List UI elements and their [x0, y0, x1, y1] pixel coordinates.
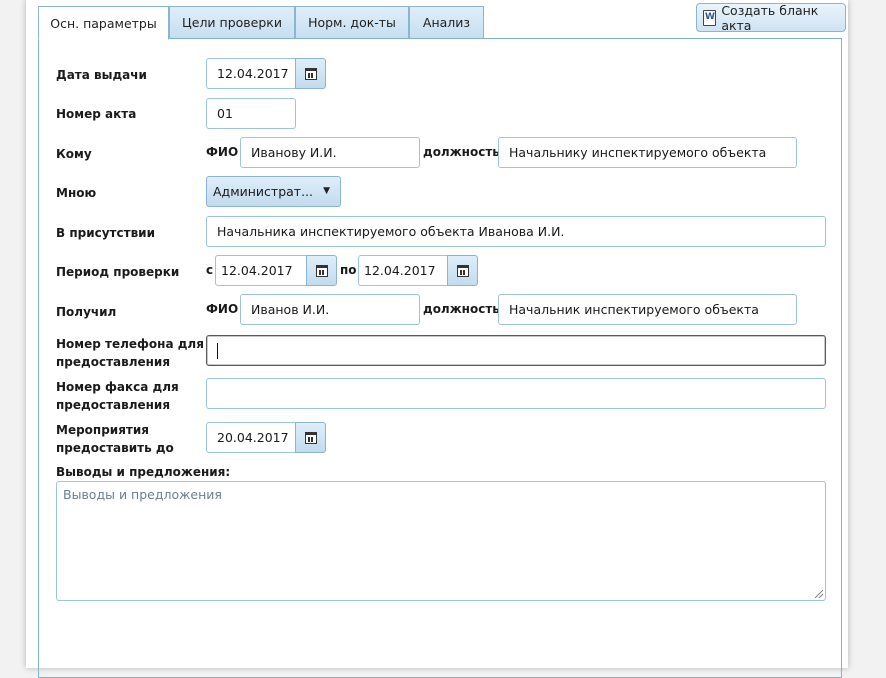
- by-me-label: Мною: [56, 186, 97, 200]
- tab-label: Осн. параметры: [50, 15, 157, 31]
- tab-label: Анализ: [422, 15, 471, 30]
- received-position-input[interactable]: Начальник инспектируемого объекта: [498, 294, 797, 325]
- text-cursor: [217, 342, 218, 359]
- in-presence-input[interactable]: Начальника инспектируемого объекта Ивано…: [206, 216, 826, 247]
- period-from-calendar-button[interactable]: [306, 255, 337, 286]
- calendar-icon: [304, 67, 317, 80]
- to-whom-position-input[interactable]: Начальнику инспектируемого объекта: [498, 137, 797, 168]
- conclusions-placeholder: Выводы и предложения: [63, 487, 222, 502]
- calendar-icon: [304, 431, 317, 444]
- received-position-label: должность: [423, 302, 500, 316]
- to-whom-fio-input[interactable]: Иванову И.И.: [240, 137, 420, 168]
- issue-date-label: Дата выдачи: [56, 68, 147, 82]
- to-whom-label: Кому: [56, 147, 92, 161]
- act-number-label: Номер акта: [56, 107, 137, 121]
- period-from-input[interactable]: 12.04.2017: [215, 255, 307, 286]
- fax-label: Номер факса для предоставления: [56, 378, 179, 414]
- received-fio-label: ФИО: [206, 302, 239, 316]
- measures-date-input[interactable]: 20.04.2017: [206, 422, 296, 453]
- chevron-down-icon: ▼: [323, 186, 330, 196]
- fax-label-line2: предоставления: [56, 398, 171, 412]
- act-number-input[interactable]: 01: [206, 98, 296, 129]
- tab-analysis[interactable]: Анализ: [409, 6, 484, 39]
- phone-label: Номер телефона для предоставления: [56, 335, 204, 371]
- word-document-icon: [703, 9, 717, 26]
- measures-calendar-button[interactable]: [295, 422, 326, 453]
- create-button-label: Создать бланк акта: [721, 2, 819, 33]
- calendar-icon: [456, 264, 469, 277]
- tab-norm-docs[interactable]: Норм. док-ты: [295, 6, 409, 39]
- check-period-label: Период проверки: [56, 265, 180, 279]
- phone-label-line2: предоставления: [56, 355, 171, 369]
- received-fio-input[interactable]: Иванов И.И.: [240, 294, 420, 325]
- tab-check-goals[interactable]: Цели проверки: [169, 6, 295, 39]
- to-whom-fio-label: ФИО: [206, 145, 239, 159]
- create-act-form-button[interactable]: Создать бланк акта: [696, 2, 846, 33]
- tab-main-params[interactable]: Осн. параметры: [38, 6, 169, 40]
- to-whom-position-label: должность: [423, 145, 500, 159]
- by-me-select[interactable]: Администрат... ▼: [206, 176, 341, 207]
- by-me-selected-value: Администрат...: [213, 184, 313, 199]
- calendar-icon: [315, 264, 328, 277]
- phone-label-line1: Номер телефона для: [56, 337, 204, 351]
- issue-date-calendar-button[interactable]: [295, 58, 326, 89]
- in-presence-label: В присутствии: [56, 226, 155, 240]
- measures-label: Мероприятия предоставить до: [56, 421, 174, 457]
- tab-label: Норм. док-ты: [308, 15, 396, 30]
- period-to-input[interactable]: 12.04.2017: [358, 255, 448, 286]
- measures-label-line1: Мероприятия: [56, 423, 149, 437]
- tab-label: Цели проверки: [182, 15, 282, 30]
- received-label: Получил: [56, 305, 117, 319]
- issue-date-input[interactable]: 12.04.2017: [206, 58, 296, 89]
- phone-input[interactable]: [206, 335, 826, 366]
- conclusions-label: Выводы и предложения:: [56, 465, 231, 479]
- period-to-label: по: [340, 263, 357, 277]
- conclusions-textarea[interactable]: Выводы и предложения: [56, 481, 826, 601]
- measures-label-line2: предоставить до: [56, 441, 174, 455]
- fax-input[interactable]: [206, 378, 826, 409]
- period-to-calendar-button[interactable]: [447, 255, 478, 286]
- period-from-label: с: [206, 263, 214, 277]
- fax-label-line1: Номер факса для: [56, 380, 179, 394]
- resize-handle-icon[interactable]: [815, 590, 823, 598]
